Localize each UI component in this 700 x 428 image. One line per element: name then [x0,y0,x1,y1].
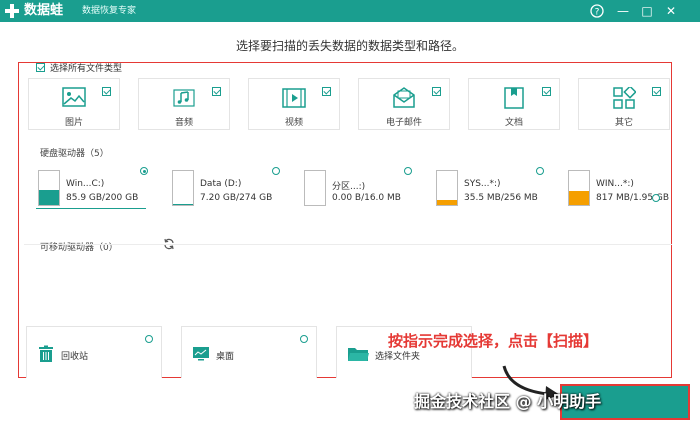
image-icon [62,87,86,107]
drive-radio-sys[interactable] [536,167,544,175]
drive-icon [172,170,194,206]
file-type-label: 视频 [284,118,303,128]
other-checkbox[interactable] [652,87,661,96]
close-icon: ✕ [665,4,677,18]
hard-drives-header: 硬盘驱动器（5） [40,149,109,159]
image-checkbox[interactable] [102,87,111,96]
help-button[interactable]: ? [588,2,606,20]
drive-name: SYS...*:) [464,179,501,189]
help-label: ? [595,8,600,18]
document-checkbox[interactable] [542,87,551,96]
drive-usage-fill [39,190,59,205]
maximize-icon: □ [641,4,653,18]
minimize-icon: — [617,4,629,18]
drive-usage-fill [437,200,457,205]
drive-icon [304,170,326,206]
file-type-other[interactable]: 其它 [578,78,670,130]
drive-item-win[interactable]: WIN...*:) 817 MB/1.95 GB [562,166,680,210]
drive-name: Data (D:) [200,179,242,189]
recycle-bin-icon [39,345,53,362]
minimize-button[interactable]: — [614,2,632,20]
document-icon [504,87,524,109]
folder-icon [348,348,369,361]
close-button[interactable]: ✕ [662,2,680,20]
select-all-label: 选择所有文件类型 [50,64,123,74]
email-checkbox[interactable] [432,87,441,96]
desktop-icon [193,347,209,361]
email-icon [393,87,415,108]
recycle-bin-radio[interactable] [145,335,153,343]
location-desktop[interactable]: 桌面 [181,326,317,378]
location-recycle-bin[interactable]: 回收站 [26,326,162,378]
page-instruction: 选择要扫描的丢失数据的数据类型和路径。 [235,39,464,53]
drive-item-c[interactable]: Win...C:) 85.9 GB/200 GB [32,166,150,210]
drive-icon [568,170,590,206]
drive-radio-c[interactable] [140,167,148,175]
drive-radio-partition[interactable] [404,167,412,175]
drive-size: 35.5 MB/256 MB [464,193,538,203]
selected-drive-underline [36,208,146,209]
file-type-label: 电子邮件 [385,118,422,128]
help-icon: ? [590,4,604,18]
file-type-label: 其它 [614,118,633,128]
maximize-button[interactable]: □ [638,2,656,20]
file-type-audio[interactable]: 音频 [138,78,230,130]
drive-icon [38,170,60,206]
drive-item-sys[interactable]: SYS...*:) 35.5 MB/256 MB [430,166,548,210]
select-all-checkbox[interactable]: 选择所有文件类型 [36,61,122,74]
file-type-video[interactable]: 视频 [248,78,340,130]
file-type-label: 音频 [174,118,193,128]
drive-size: 7.20 GB/274 GB [200,193,273,203]
video-icon [282,88,306,108]
music-icon [173,89,195,107]
drive-size: 0.00 B/16.0 MB [332,193,401,203]
audio-checkbox[interactable] [212,87,221,96]
app-name: 数据蛙 [24,3,64,18]
app-subtitle: 数据恢复专家 [82,6,137,16]
drive-icon [436,170,458,206]
drive-usage-fill [569,190,589,205]
drive-name: 分区...:) [332,182,366,192]
location-label: 桌面 [216,352,235,362]
drive-usage-fill [173,203,193,205]
location-label: 回收站 [61,352,89,362]
drive-item-d[interactable]: Data (D:) 7.20 GB/274 GB [166,166,284,210]
other-icon [613,87,636,109]
desktop-radio[interactable] [300,335,308,343]
removable-drives-area [24,244,672,317]
file-type-email[interactable]: 电子邮件 [358,78,450,130]
title-bar: 数据蛙 数据恢复专家 ? — □ ✕ [0,0,700,22]
drive-name: Win...C:) [66,179,105,189]
file-type-document[interactable]: 文档 [468,78,560,130]
watermark-text: 掘金技术社区 @ 小明助手 [414,392,602,411]
drive-radio-win[interactable] [652,194,660,202]
file-type-label: 图片 [64,118,83,128]
video-checkbox[interactable] [322,87,331,96]
instruction-annotation: 按指示完成选择，点击【扫描】 [388,332,599,350]
select-all-check-icon [36,63,45,72]
drive-item-partition[interactable]: 分区...:) 0.00 B/16.0 MB [298,166,416,210]
logo-plus-icon [5,4,19,18]
drive-size: 85.9 GB/200 GB [66,193,139,203]
drive-name: WIN...*:) [596,179,634,189]
drive-radio-d[interactable] [272,167,280,175]
file-type-label: 文档 [504,118,523,128]
file-type-image[interactable]: 图片 [28,78,120,130]
